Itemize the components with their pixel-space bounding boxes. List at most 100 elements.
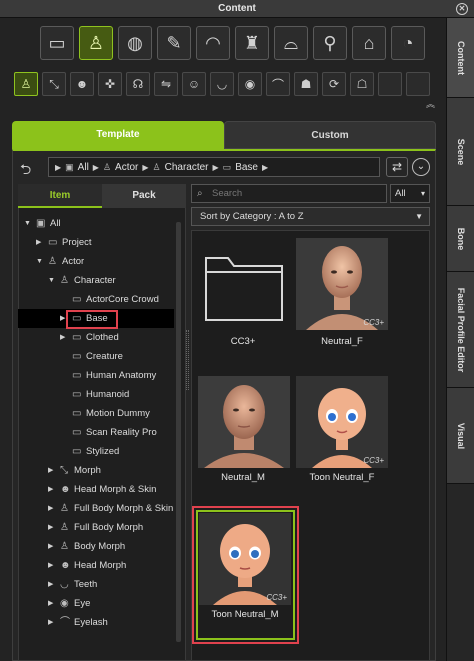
material-icon[interactable]: ◍ <box>118 26 152 60</box>
item-cc3-folder[interactable] <box>198 238 290 330</box>
tree-item[interactable]: ▶ ◉ Eye <box>18 594 174 613</box>
chart-icon[interactable]: ◔ <box>391 26 425 60</box>
tree-item[interactable]: ▭ Scan Reality Pro <box>18 423 174 442</box>
breadcrumb-all[interactable]: All <box>78 162 89 173</box>
item-neutral-f[interactable]: CC3+ <box>296 238 388 330</box>
pose-icon[interactable]: ☊ <box>126 72 150 96</box>
breadcrumb-base[interactable]: Base <box>235 162 258 173</box>
tree-item[interactable]: ▶ ▭ Clothed <box>18 328 174 347</box>
empty-slot-1[interactable] <box>378 72 402 96</box>
chevron-right-icon[interactable]: ▶ <box>60 328 65 347</box>
side-tab-content[interactable]: Content <box>447 18 474 98</box>
tab-item[interactable]: Item <box>18 184 102 208</box>
tree-item[interactable]: ▶ ☻ Head Morph & Skin <box>18 480 174 499</box>
tab-template[interactable]: Template <box>12 121 224 149</box>
tree-item-icon: ▭ <box>72 446 82 457</box>
tree-item[interactable]: ▶ ▭ Project <box>18 233 174 252</box>
tree-item[interactable]: ▭ ActorCore Crowd <box>18 290 174 309</box>
tree-item-icon: ☻ <box>60 560 71 571</box>
tree-item[interactable]: ▭ Humanoid <box>18 385 174 404</box>
item-toon-neutral-f[interactable]: CC3+ <box>296 376 388 468</box>
tree-item-label: Character <box>74 275 116 286</box>
skeleton-icon[interactable]: ✜ <box>98 72 122 96</box>
item-toon-neutral-m[interactable]: CC3+ <box>199 513 291 605</box>
hair-icon[interactable]: ◠ <box>196 26 230 60</box>
tree-item[interactable]: ▭ Human Anatomy <box>18 366 174 385</box>
chevron-right-icon[interactable]: ▶ <box>48 594 53 613</box>
chevron-right-icon[interactable]: ▶ <box>48 499 53 518</box>
tree-scrollbar[interactable] <box>176 222 181 642</box>
chevron-right-icon[interactable]: ▶ <box>48 480 53 499</box>
sort-dropdown[interactable]: Sort by Category : A to Z ▼ <box>191 207 430 226</box>
close-icon[interactable]: ✕ <box>456 3 468 15</box>
chevron-right-icon[interactable]: ▶ <box>48 518 53 537</box>
tree-item-icon: ▭ <box>48 237 58 248</box>
tree-item[interactable]: ▶ ♙ Body Morph <box>18 537 174 556</box>
sync-icon[interactable]: ⇄ <box>386 157 408 177</box>
chevron-right-icon[interactable]: ▶ <box>48 613 53 632</box>
all-icon: ▣ <box>65 161 74 172</box>
head-icon[interactable]: ☻ <box>70 72 94 96</box>
refresh-head-icon[interactable]: ⟳ <box>322 72 346 96</box>
tree-item[interactable]: ▶ ⌒ Eyelash <box>18 613 174 632</box>
stage-icon[interactable]: ⌂ <box>352 26 386 60</box>
morph-icon[interactable]: ⤡ <box>42 72 66 96</box>
tree-item[interactable]: ▶ ☻ Head Morph <box>18 556 174 575</box>
actor-icon[interactable]: ♙ <box>79 26 113 60</box>
filter-dropdown[interactable]: All ▾ <box>390 184 430 203</box>
side-tab-facial-profile-editor[interactable]: Facial Profile Editor <box>447 272 474 388</box>
breadcrumb-actor[interactable]: Actor <box>115 162 138 173</box>
chevron-right-icon[interactable]: ▶ <box>48 556 53 575</box>
makeup-icon[interactable]: ✎ <box>157 26 191 60</box>
avatar-icon[interactable]: ☗ <box>294 72 318 96</box>
chevron-down-icon[interactable]: ▼ <box>48 271 55 290</box>
motion-icon[interactable]: ⇋ <box>154 72 178 96</box>
chevron-right-icon[interactable]: ▶ <box>36 233 41 252</box>
body-icon[interactable]: ♙ <box>14 72 38 96</box>
folder-icon[interactable]: ▭ <box>40 26 74 60</box>
prop-icon[interactable]: ⚲ <box>313 26 347 60</box>
collapse-up-icon[interactable]: ︽ <box>426 97 435 110</box>
chevron-right-icon[interactable]: ▶ <box>48 461 53 480</box>
tree-item-icon: ▭ <box>72 427 82 438</box>
chevron-right-icon[interactable]: ▶ <box>60 309 65 328</box>
tree-item[interactable]: ▭ Stylized <box>18 442 174 461</box>
more-options-icon[interactable]: ⌄ <box>412 158 430 176</box>
tree-item[interactable]: ▼ ♙ Actor <box>18 252 174 271</box>
empty-slot-2[interactable] <box>406 72 430 96</box>
cloth-icon[interactable]: ♜ <box>235 26 269 60</box>
side-tabs: Content Scene Bone Facial Profile Editor… <box>446 18 474 661</box>
tree-item-label: Full Body Morph <box>74 522 144 533</box>
tree-item[interactable]: ▶ ⤡ Morph <box>18 461 174 480</box>
filter-label: All <box>395 188 406 199</box>
search-input[interactable]: ⌕ Search <box>191 184 387 203</box>
accessory-icon[interactable]: ⌓ <box>274 26 308 60</box>
tree-item[interactable]: ▼ ♙ Character <box>18 271 174 290</box>
tree-item-label: Motion Dummy <box>86 408 150 419</box>
breadcrumb-character[interactable]: Character <box>165 162 209 173</box>
tree-item[interactable]: ▭ Creature <box>18 347 174 366</box>
tree-item[interactable]: ▭ Motion Dummy <box>18 404 174 423</box>
back-icon[interactable]: ⮌ <box>20 159 31 183</box>
chevron-right-icon[interactable]: ▶ <box>48 537 53 556</box>
side-tab-scene[interactable]: Scene <box>447 98 474 206</box>
tab-pack[interactable]: Pack <box>102 184 186 208</box>
chevron-down-icon[interactable]: ▼ <box>36 252 43 271</box>
eyelash-icon[interactable]: ⌒ <box>266 72 290 96</box>
item-neutral-m[interactable] <box>198 376 290 468</box>
user-icon[interactable]: ☖ <box>350 72 374 96</box>
tab-custom[interactable]: Custom <box>224 121 436 149</box>
chevron-down-icon[interactable]: ▼ <box>24 214 31 233</box>
side-tab-bone[interactable]: Bone <box>447 206 474 272</box>
tree-item[interactable]: ▶ ♙ Full Body Morph <box>18 518 174 537</box>
side-tab-visual[interactable]: Visual <box>447 388 474 484</box>
window-title: Content <box>218 3 256 14</box>
tree-item[interactable]: ▶ ♙ Full Body Morph & Skin <box>18 499 174 518</box>
chevron-right-icon[interactable]: ▶ <box>48 575 53 594</box>
tree-item[interactable]: ▶ ◡ Teeth <box>18 575 174 594</box>
eye-icon[interactable]: ◉ <box>238 72 262 96</box>
face-icon[interactable]: ☺ <box>182 72 206 96</box>
tree-item[interactable]: ▼ ▣ All <box>18 214 174 233</box>
mouth-icon[interactable]: ◡ <box>210 72 234 96</box>
tree-item-icon: ⌒ <box>60 617 70 628</box>
